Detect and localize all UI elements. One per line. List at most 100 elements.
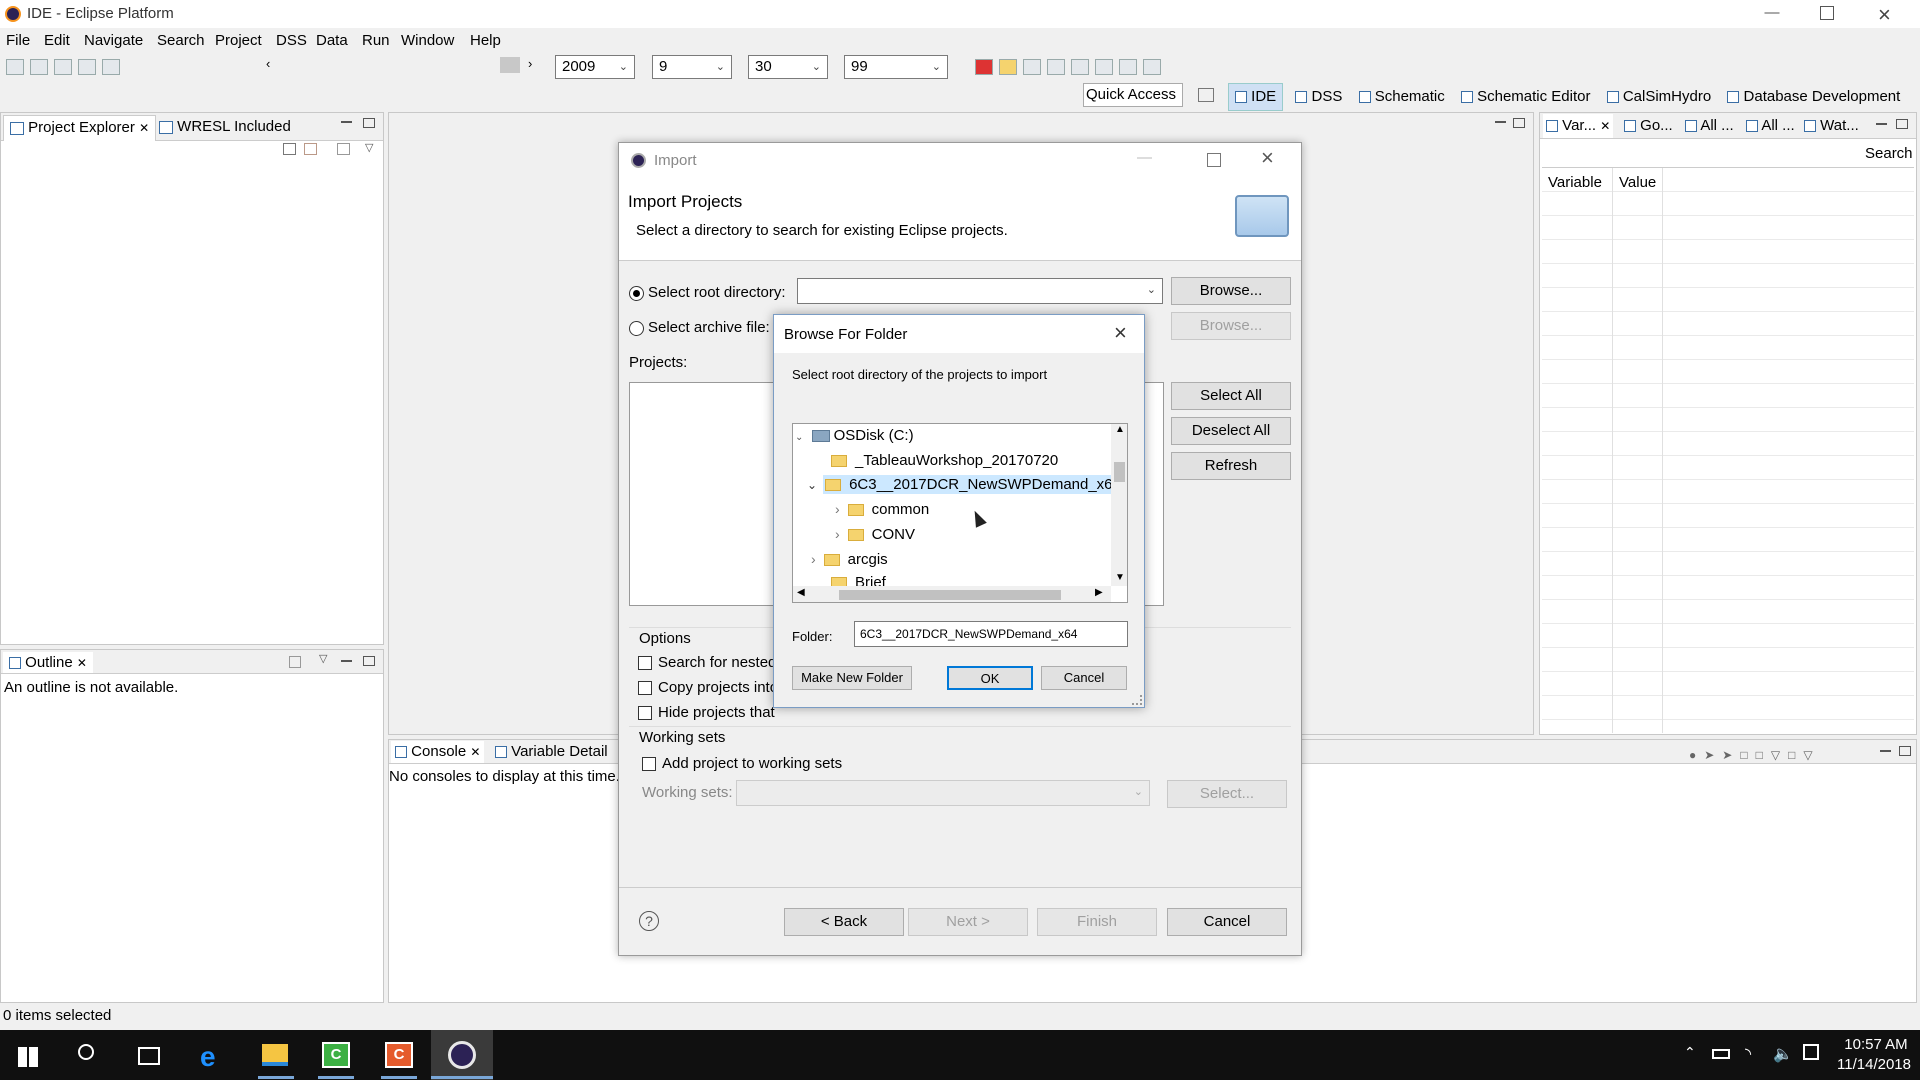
clock-time[interactable]: 10:57 AM: [1840, 1036, 1912, 1053]
tab-all-1[interactable]: All ...: [1685, 114, 1734, 138]
maximize-view-icon[interactable]: [1896, 119, 1908, 129]
nav-right-icon[interactable]: ›: [528, 56, 532, 71]
save-icon[interactable]: [54, 59, 72, 76]
close-tab-icon[interactable]: ✕: [1600, 119, 1610, 133]
minimize-view-icon[interactable]: [341, 121, 352, 123]
open-folder-icon[interactable]: [999, 59, 1017, 76]
new-icon[interactable]: [6, 59, 24, 76]
column-value[interactable]: Value: [1619, 174, 1657, 191]
back-button[interactable]: < Back: [784, 908, 904, 936]
back-icon[interactable]: [1119, 59, 1137, 76]
minimize-dialog-button[interactable]: —: [1137, 149, 1152, 166]
quick-access-input[interactable]: Quick Access: [1083, 83, 1183, 107]
close-dialog-button[interactable]: ×: [1261, 145, 1274, 171]
browse-archive-button[interactable]: Browse...: [1171, 312, 1291, 340]
maximize-view-icon[interactable]: [1899, 746, 1911, 756]
nav-left-icon[interactable]: ‹: [266, 56, 270, 71]
browse-cancel-button[interactable]: Cancel: [1041, 666, 1127, 690]
battery-icon[interactable]: [1712, 1049, 1730, 1059]
maximize-editor-icon[interactable]: [1513, 118, 1525, 128]
maximize-view-icon[interactable]: [363, 118, 375, 128]
maximize-view-icon[interactable]: [363, 656, 375, 666]
ok-button[interactable]: OK: [947, 666, 1033, 690]
tab-project-explorer[interactable]: Project Explorer ✕: [3, 115, 157, 141]
tree-item-common[interactable]: › common: [835, 501, 929, 518]
working-sets-combo[interactable]: ⌄: [736, 780, 1150, 806]
make-new-folder-button[interactable]: Make New Folder: [792, 666, 912, 690]
tab-watch[interactable]: Wat...: [1804, 114, 1859, 138]
select-all-button[interactable]: Select All: [1171, 382, 1291, 410]
open-perspective-icon[interactable]: [1198, 88, 1214, 102]
perspective-schematic-editor[interactable]: Schematic Editor: [1460, 88, 1590, 105]
archive-file-radio[interactable]: Select archive file:: [629, 319, 770, 336]
last-edit-icon[interactable]: [1095, 59, 1113, 76]
menu-file[interactable]: File: [6, 32, 30, 49]
next-annotation-icon[interactable]: [1047, 59, 1065, 76]
folder-tree[interactable]: ⌄ OSDisk (C:) _TableauWorkshop_20170720 …: [792, 423, 1128, 603]
scroll-thumb[interactable]: [1114, 462, 1125, 482]
minimize-view-icon[interactable]: [341, 660, 352, 662]
color-box-icon[interactable]: [500, 57, 520, 73]
volume-icon[interactable]: 🔈: [1773, 1044, 1793, 1064]
print-icon[interactable]: [102, 59, 120, 76]
perspective-dss[interactable]: DSS: [1295, 88, 1342, 105]
help-icon[interactable]: ?: [639, 911, 659, 931]
tab-wresl-included[interactable]: WRESL Included: [159, 118, 291, 135]
view-menu-icon[interactable]: ▽: [365, 141, 373, 154]
search-icon[interactable]: [78, 1044, 94, 1060]
save-all-icon[interactable]: [78, 59, 96, 76]
add-working-sets-checkbox[interactable]: Add project to working sets: [642, 755, 842, 772]
copy-projects-checkbox[interactable]: Copy projects into: [638, 679, 778, 696]
tab-all-2[interactable]: All ...: [1746, 114, 1795, 138]
search-nested-checkbox[interactable]: Search for nested: [638, 654, 776, 671]
close-tab-icon[interactable]: ✕: [139, 121, 149, 135]
clock-date[interactable]: 11/14/2018: [1834, 1056, 1914, 1073]
menu-window[interactable]: Window: [401, 32, 454, 49]
menu-run[interactable]: Run: [362, 32, 390, 49]
scroll-left-icon[interactable]: ◀: [797, 587, 805, 598]
deselect-all-button[interactable]: Deselect All: [1171, 417, 1291, 445]
tree-horizontal-scrollbar[interactable]: ◀ ▶: [793, 586, 1111, 602]
tab-goals[interactable]: Go...: [1624, 114, 1673, 138]
import-cancel-button[interactable]: Cancel: [1167, 908, 1287, 936]
perspective-schematic[interactable]: Schematic: [1358, 88, 1445, 105]
menu-project[interactable]: Project: [215, 32, 262, 49]
tray-chevron-up-icon[interactable]: ⌃: [1684, 1044, 1696, 1061]
edge-browser-icon[interactable]: e: [200, 1041, 216, 1073]
task-view-icon[interactable]: [138, 1047, 160, 1065]
column-variable[interactable]: Variable: [1548, 174, 1602, 191]
maximize-dialog-button[interactable]: [1207, 153, 1221, 167]
view-menu-icon[interactable]: ▽: [319, 652, 327, 665]
hscroll-thumb[interactable]: [839, 590, 1061, 600]
day-combo[interactable]: 30 ⌄: [748, 55, 828, 79]
scroll-right-icon[interactable]: ▶: [1095, 587, 1103, 598]
run-icon[interactable]: [975, 59, 993, 76]
windows-start-icon[interactable]: [18, 1047, 38, 1067]
app-green-icon[interactable]: C: [322, 1042, 350, 1068]
notifications-icon[interactable]: [1803, 1044, 1819, 1060]
minimize-view-icon[interactable]: [1880, 750, 1891, 752]
minimize-button[interactable]: —: [1762, 4, 1782, 24]
menu-navigate[interactable]: Navigate: [84, 32, 143, 49]
prev-annotation-icon[interactable]: [1071, 59, 1089, 76]
wand-icon[interactable]: [1023, 59, 1041, 76]
close-tab-icon[interactable]: ✕: [77, 656, 87, 670]
tree-item-arcgis[interactable]: › arcgis: [811, 551, 888, 568]
collapse-all-icon[interactable]: [283, 143, 296, 155]
eclipse-taskbar-button[interactable]: [431, 1030, 493, 1080]
menu-help[interactable]: Help: [470, 32, 501, 49]
month-combo[interactable]: 9 ⌄: [652, 55, 732, 79]
minimize-view-icon[interactable]: [1876, 123, 1887, 125]
browse-root-button[interactable]: Browse...: [1171, 277, 1291, 305]
filter-icon[interactable]: [337, 143, 350, 155]
minimize-editor-icon[interactable]: [1495, 121, 1506, 123]
tree-item-tableau[interactable]: _TableauWorkshop_20170720: [831, 452, 1058, 469]
link-editor-icon[interactable]: [304, 143, 317, 155]
finish-button[interactable]: Finish: [1037, 908, 1157, 936]
app-orange-icon[interactable]: C: [385, 1042, 413, 1068]
restore-button[interactable]: [1820, 6, 1834, 20]
next-button[interactable]: Next >: [908, 908, 1028, 936]
new-project-icon[interactable]: [30, 59, 48, 76]
file-explorer-icon[interactable]: [262, 1044, 288, 1066]
resize-grip-icon[interactable]: [1132, 695, 1142, 705]
